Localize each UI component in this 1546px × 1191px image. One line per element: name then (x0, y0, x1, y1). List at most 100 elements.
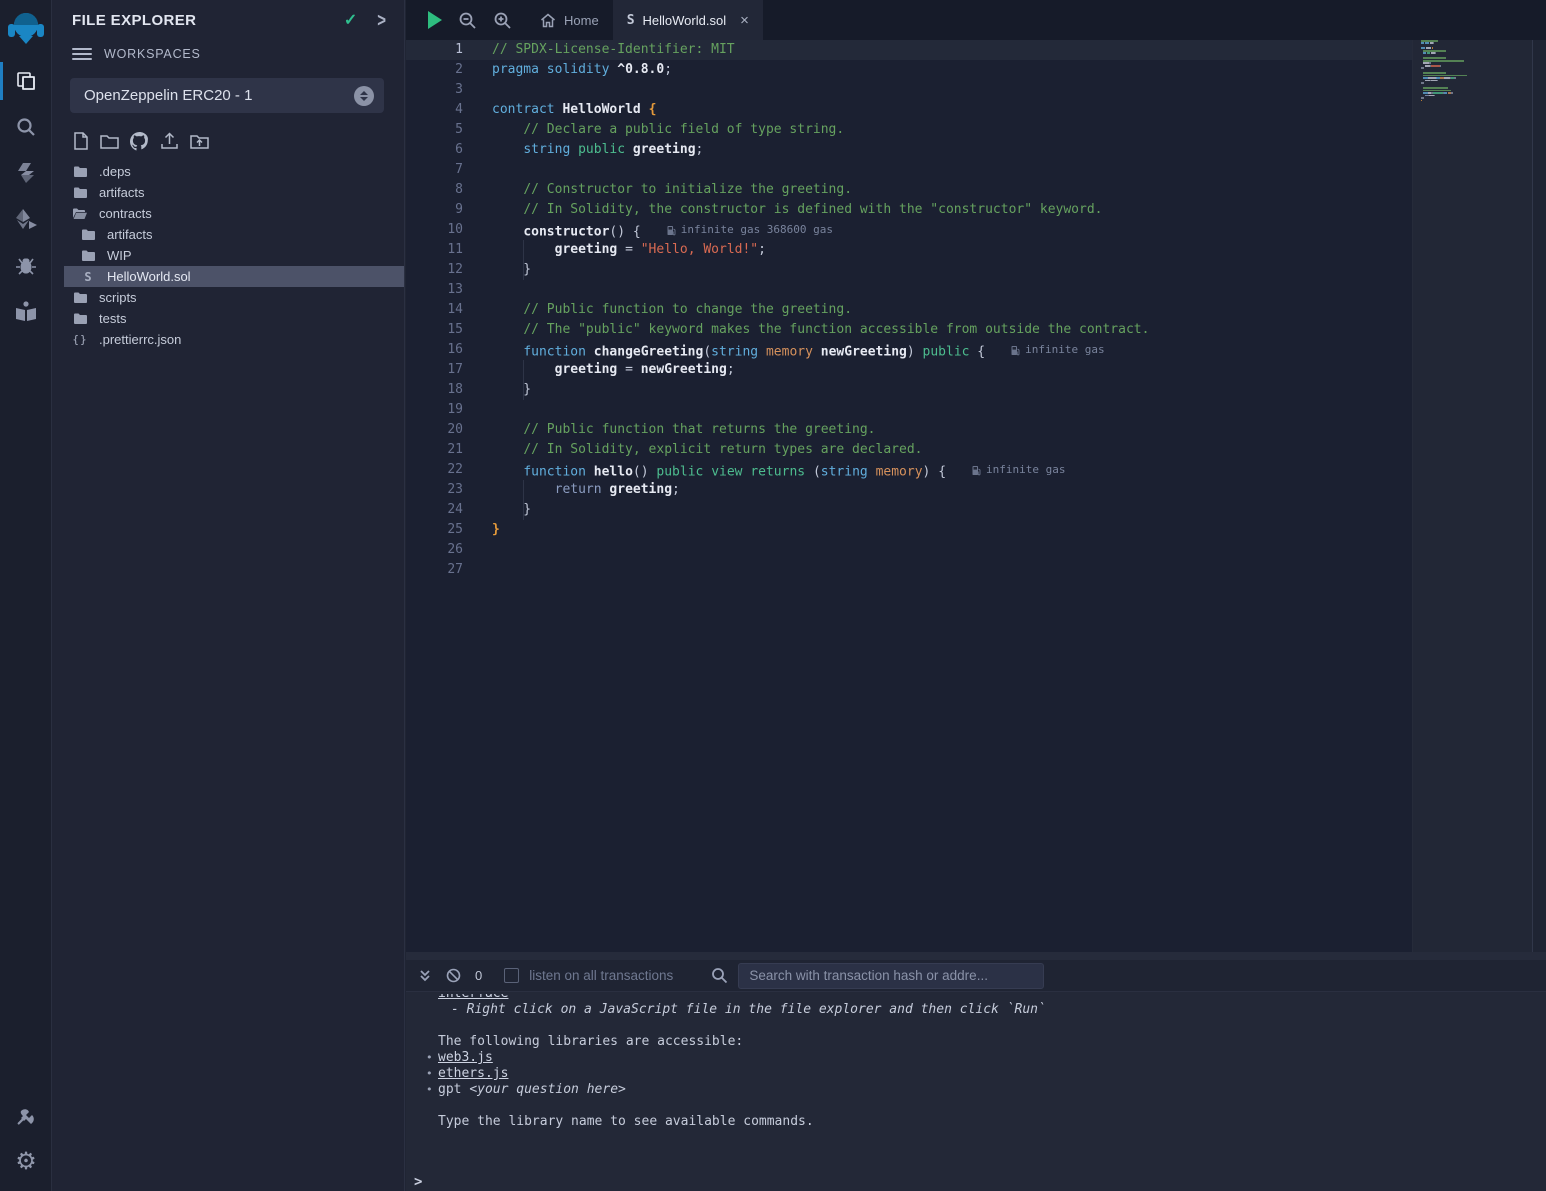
tree-item-tests[interactable]: tests (52, 308, 404, 329)
code-line[interactable]: 21 // In Solidity, explicit return types… (406, 440, 1412, 460)
line-number[interactable]: 20 (406, 420, 463, 440)
code-area[interactable]: 1// SPDX-License-Identifier: MIT2pragma … (406, 40, 1412, 952)
debugger-icon[interactable] (0, 242, 52, 288)
upload-file-icon[interactable] (159, 131, 180, 151)
line-number[interactable]: 9 (406, 200, 463, 220)
line-number[interactable]: 7 (406, 160, 463, 180)
code-line[interactable]: 7 (406, 160, 1412, 180)
line-number[interactable]: 14 (406, 300, 463, 320)
line-number[interactable]: 23 (406, 480, 463, 500)
line-number[interactable]: 6 (406, 140, 463, 160)
line-number[interactable]: 24 (406, 500, 463, 520)
line-number[interactable]: 17 (406, 360, 463, 380)
line-number[interactable]: 21 (406, 440, 463, 460)
settings-gear-icon[interactable]: ⚙ (0, 1139, 52, 1185)
tree-item-artifacts[interactable]: artifacts (52, 224, 404, 245)
tree-item-scripts[interactable]: scripts (52, 287, 404, 308)
code-line[interactable]: 2pragma solidity ^0.8.0; (406, 60, 1412, 80)
line-number[interactable]: 8 (406, 180, 463, 200)
code-line[interactable]: 26 (406, 540, 1412, 560)
tree-item--deps[interactable]: .deps (52, 161, 404, 182)
code-line[interactable]: 15 // The "public" keyword makes the fun… (406, 320, 1412, 340)
code-line[interactable]: 17 greeting = newGreeting; (406, 360, 1412, 380)
tree-item-helloworld-sol[interactable]: SHelloWorld.sol (64, 266, 404, 287)
line-number[interactable]: 26 (406, 540, 463, 560)
line-number[interactable]: 2 (406, 60, 463, 80)
code-line[interactable]: 4contract HelloWorld { (406, 100, 1412, 120)
editor-scrollbar[interactable] (1533, 40, 1546, 952)
tree-item-artifacts[interactable]: artifacts (52, 182, 404, 203)
code-line[interactable]: 27 (406, 560, 1412, 580)
line-number[interactable]: 19 (406, 400, 463, 420)
upload-folder-icon[interactable] (189, 131, 210, 151)
create-new-file-icon[interactable] (72, 131, 90, 151)
code-line[interactable]: 8 // Constructor to initialize the greet… (406, 180, 1412, 200)
terminal-library-link[interactable]: web3.js (438, 1050, 493, 1066)
create-new-folder-icon[interactable] (99, 131, 120, 151)
line-number[interactable]: 13 (406, 280, 463, 300)
line-number[interactable]: 15 (406, 320, 463, 340)
zoom-in-icon[interactable] (493, 11, 512, 30)
code-line[interactable]: 24 } (406, 500, 1412, 520)
deploy-and-run-icon[interactable] (0, 196, 52, 242)
terminal-clipped-line: interface (438, 994, 1546, 1002)
tree-item--prettierrc-json[interactable]: {}.prettierrc.json (52, 329, 404, 350)
terminal-resize-handle[interactable] (406, 952, 1546, 960)
line-number[interactable]: 3 (406, 80, 463, 100)
code-line[interactable]: 23 return greeting; (406, 480, 1412, 500)
tab-close-icon[interactable]: × (740, 12, 749, 29)
line-number[interactable]: 10 (406, 220, 463, 240)
code-line[interactable]: 13 (406, 280, 1412, 300)
file-explorer-icon[interactable] (0, 58, 52, 104)
zoom-out-icon[interactable] (458, 11, 477, 30)
terminal-collapse-icon[interactable] (418, 969, 432, 983)
line-number[interactable]: 18 (406, 380, 463, 400)
line-number[interactable]: 27 (406, 560, 463, 580)
panel-expand-chevron-icon[interactable]: > (377, 9, 386, 31)
code-line[interactable]: 5 // Declare a public field of type stri… (406, 120, 1412, 140)
code-line[interactable]: 6 string public greeting; (406, 140, 1412, 160)
code-line[interactable]: 9 // In Solidity, the constructor is def… (406, 200, 1412, 220)
search-icon[interactable] (0, 104, 52, 150)
tree-item-contracts[interactable]: contracts (52, 203, 404, 224)
workspace-select[interactable]: OpenZeppelin ERC20 - 1 (70, 78, 384, 113)
run-script-play-button[interactable] (428, 11, 442, 29)
remix-logo-icon[interactable] (0, 0, 52, 58)
publish-to-gist-icon[interactable] (129, 131, 150, 151)
code-line[interactable]: 16 function changeGreeting(string memory… (406, 340, 1412, 360)
code-line[interactable]: 22 function hello() public view returns … (406, 460, 1412, 480)
line-number[interactable]: 16 (406, 340, 463, 360)
code-line[interactable]: 14 // Public function to change the gree… (406, 300, 1412, 320)
terminal-library-link[interactable]: ethers.js (438, 1066, 508, 1082)
tree-item-wip[interactable]: WIP (52, 245, 404, 266)
code-line[interactable]: 20 // Public function that returns the g… (406, 420, 1412, 440)
code-line[interactable]: 1// SPDX-License-Identifier: MIT (406, 40, 1412, 60)
learneth-icon[interactable] (0, 288, 52, 334)
line-number[interactable]: 25 (406, 520, 463, 540)
listen-transactions-checkbox[interactable] (504, 968, 519, 983)
line-number[interactable]: 5 (406, 120, 463, 140)
code-line[interactable]: 25} (406, 520, 1412, 540)
line-number[interactable]: 22 (406, 460, 463, 480)
code-line[interactable]: 10 constructor() {infinite gas 368600 ga… (406, 220, 1412, 240)
line-number[interactable]: 4 (406, 100, 463, 120)
tab-helloworld-sol[interactable]: S HelloWorld.sol × (613, 0, 763, 40)
code-line[interactable]: 12 } (406, 260, 1412, 280)
minimap[interactable] (1421, 40, 1531, 107)
terminal-prompt[interactable]: > (414, 1174, 422, 1190)
accept-check-icon[interactable]: ✓ (344, 10, 357, 30)
line-number[interactable]: 12 (406, 260, 463, 280)
workspace-sort-icon[interactable] (354, 86, 374, 106)
code-line[interactable]: 11 greeting = "Hello, World!"; (406, 240, 1412, 260)
tab-home[interactable]: Home (526, 0, 613, 40)
line-number[interactable]: 1 (406, 40, 463, 60)
code-line[interactable]: 18 } (406, 380, 1412, 400)
terminal-search-input[interactable] (738, 963, 1044, 989)
workspaces-menu-icon[interactable] (72, 48, 92, 60)
clear-console-icon[interactable] (446, 968, 461, 983)
code-line[interactable]: 3 (406, 80, 1412, 100)
line-number[interactable]: 11 (406, 240, 463, 260)
plugin-manager-icon[interactable] (0, 1093, 52, 1139)
code-line[interactable]: 19 (406, 400, 1412, 420)
solidity-compiler-icon[interactable] (0, 150, 52, 196)
